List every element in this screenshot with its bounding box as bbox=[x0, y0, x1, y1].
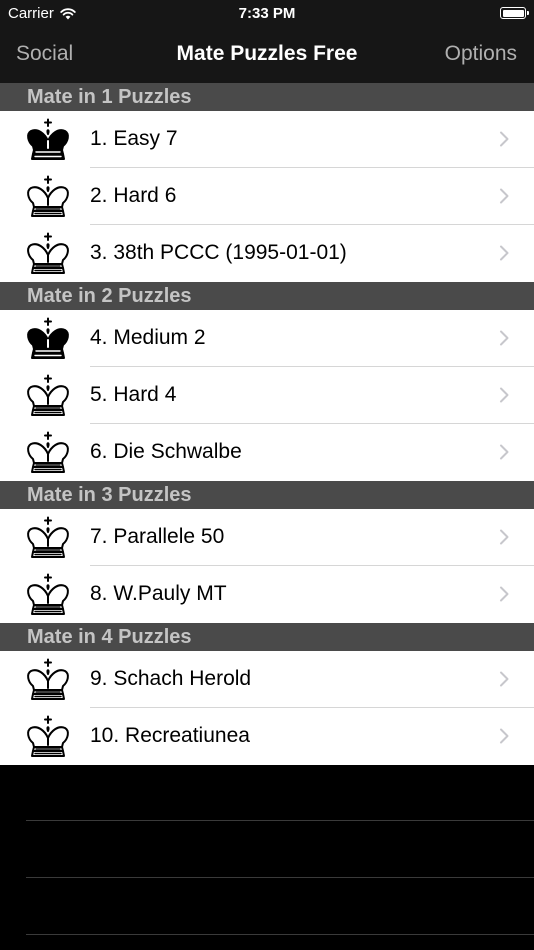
section-group: Mate in 2 Puzzles 4. Medium 2 5. Hard 4 … bbox=[0, 282, 534, 481]
status-bar: Carrier 7:33 PM bbox=[0, 0, 534, 28]
navigation-bar: Social Mate Puzzles Free Options bbox=[0, 28, 534, 83]
white-king-icon bbox=[27, 232, 69, 274]
puzzle-title: 5. Hard 4 bbox=[90, 383, 177, 406]
chevron-right-icon bbox=[500, 188, 509, 204]
puzzle-row[interactable]: 3. 38th PCCC (1995-01-01) bbox=[0, 225, 534, 282]
section-rows: 1. Easy 7 2. Hard 6 3. 38th PCCC (1995-0… bbox=[0, 111, 534, 282]
chevron-right-icon bbox=[500, 529, 509, 545]
white-king-icon bbox=[27, 658, 69, 700]
puzzle-row[interactable]: 6. Die Schwalbe bbox=[0, 424, 534, 481]
puzzle-list: Mate in 1 Puzzles 1. Easy 7 2. Hard 6 3.… bbox=[0, 83, 534, 765]
puzzle-title: 9. Schach Herold bbox=[90, 667, 252, 690]
puzzle-title: 3. 38th PCCC (1995-01-01) bbox=[90, 241, 347, 264]
status-time: 7:33 PM bbox=[238, 5, 296, 22]
puzzle-title: 2. Hard 6 bbox=[90, 184, 177, 207]
puzzle-row[interactable]: 10. Recreatiunea bbox=[0, 708, 534, 765]
options-button[interactable]: Options bbox=[445, 42, 517, 66]
puzzle-row[interactable]: 9. Schach Herold bbox=[0, 651, 534, 708]
puzzle-row[interactable]: 8. W.Pauly MT bbox=[0, 566, 534, 623]
puzzle-row[interactable]: 7. Parallele 50 bbox=[0, 509, 534, 566]
chevron-right-icon bbox=[500, 671, 509, 687]
chevron-right-icon bbox=[500, 728, 509, 744]
empty-list-area bbox=[0, 764, 534, 950]
puzzle-title: 8. W.Pauly MT bbox=[90, 582, 227, 605]
empty-row-separator bbox=[26, 820, 534, 821]
section-group: Mate in 3 Puzzles 7. Parallele 50 8. W.P… bbox=[0, 481, 534, 623]
empty-row-separator bbox=[26, 877, 534, 878]
battery-level bbox=[502, 9, 524, 17]
puzzle-title: 4. Medium 2 bbox=[90, 326, 206, 349]
puzzle-title: 7. Parallele 50 bbox=[90, 525, 225, 548]
white-king-icon bbox=[27, 573, 69, 615]
chevron-right-icon bbox=[500, 586, 509, 602]
black-king-icon bbox=[27, 317, 69, 359]
section-rows: 4. Medium 2 5. Hard 4 6. Die Schwalbe bbox=[0, 310, 534, 481]
black-king-icon bbox=[27, 118, 69, 160]
puzzle-title: 1. Easy 7 bbox=[90, 127, 178, 150]
puzzle-title: 10. Recreatiunea bbox=[90, 724, 250, 747]
section-header: Mate in 3 Puzzles bbox=[0, 481, 534, 509]
white-king-icon bbox=[27, 715, 69, 757]
chevron-right-icon bbox=[500, 245, 509, 261]
puzzle-row[interactable]: 2. Hard 6 bbox=[0, 168, 534, 225]
section-group: Mate in 4 Puzzles 9. Schach Herold 10. R… bbox=[0, 623, 534, 765]
white-king-icon bbox=[27, 516, 69, 558]
section-header: Mate in 4 Puzzles bbox=[0, 623, 534, 651]
puzzle-row[interactable]: 4. Medium 2 bbox=[0, 310, 534, 367]
chevron-right-icon bbox=[500, 387, 509, 403]
puzzle-row[interactable]: 1. Easy 7 bbox=[0, 111, 534, 168]
empty-row-separator bbox=[26, 934, 534, 935]
section-header: Mate in 1 Puzzles bbox=[0, 83, 534, 111]
section-group: Mate in 1 Puzzles 1. Easy 7 2. Hard 6 3.… bbox=[0, 83, 534, 282]
puzzle-title: 6. Die Schwalbe bbox=[90, 440, 242, 463]
battery-icon bbox=[500, 7, 529, 19]
section-rows: 7. Parallele 50 8. W.Pauly MT bbox=[0, 509, 534, 623]
section-header: Mate in 2 Puzzles bbox=[0, 282, 534, 310]
white-king-icon bbox=[27, 374, 69, 416]
puzzle-row[interactable]: 5. Hard 4 bbox=[0, 367, 534, 424]
section-rows: 9. Schach Herold 10. Recreatiunea bbox=[0, 651, 534, 765]
white-king-icon bbox=[27, 175, 69, 217]
chevron-right-icon bbox=[500, 444, 509, 460]
chevron-right-icon bbox=[500, 330, 509, 346]
chevron-right-icon bbox=[500, 131, 509, 147]
white-king-icon bbox=[27, 431, 69, 473]
